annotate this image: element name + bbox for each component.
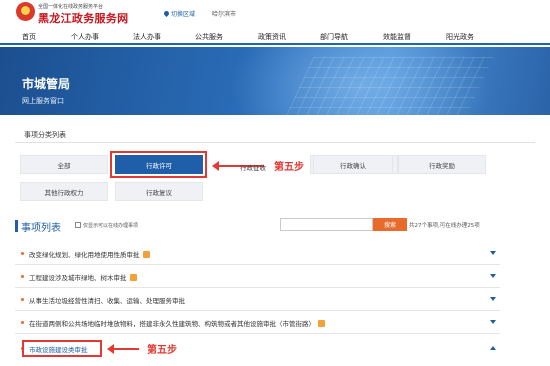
category-admin-levy-label[interactable]: 行政征收 <box>240 162 266 172</box>
item-list-header: 事项列表 仅显示可以在线办理事项 搜索 共27个事项,可在线办理25项 <box>15 216 535 236</box>
section-marker <box>15 220 18 232</box>
online-badge-icon <box>142 251 150 258</box>
online-only-label: 仅显示可以在线办理事项 <box>83 223 139 229</box>
list-item-text: 改变绿化规划、绿化用地使用性质审批 <box>29 251 140 259</box>
list-item[interactable]: 从事生活垃圾经营性清扫、收集、运输、处理服务审批 <box>15 289 500 311</box>
item-search-input[interactable] <box>280 218 373 231</box>
region-switch-link[interactable]: 切换区域 <box>162 9 196 18</box>
nav-policy-news[interactable]: 政策资讯 <box>258 32 286 42</box>
category-admin-confirm[interactable]: 行政确认 <box>313 155 393 174</box>
banner-title: 市城管局 <box>22 77 71 91</box>
item-count-text: 共27个事项,可在线办理25项 <box>409 223 480 229</box>
chevron-down-icon[interactable] <box>490 320 496 324</box>
list-item-label: 在街道两侧和公共场地临时堆放物料，搭建非永久性建筑物、构筑物或者其他设施审批（市… <box>29 318 325 328</box>
list-item[interactable]: 在街道两侧和公共场地临时堆放物料，搭建非永久性建筑物、构筑物或者其他设施审批（市… <box>15 312 500 334</box>
annotation-highlight-box <box>22 340 102 357</box>
banner-grid-decoration <box>286 57 494 115</box>
chevron-down-icon[interactable] <box>490 251 496 255</box>
online-badge-icon <box>318 320 325 327</box>
category-other-powers[interactable]: 其他行政权力 <box>20 182 108 201</box>
site-name[interactable]: 黑龙江政务服务网 <box>38 10 128 26</box>
bullet-icon <box>21 275 24 278</box>
search-button[interactable]: 搜索 <box>373 218 407 231</box>
banner-subtitle: 网上服务窗口 <box>22 97 64 105</box>
category-heading: 事项分类列表 <box>24 131 66 139</box>
list-item-label: 工程建设涉及城市绿地、树木审批 <box>29 272 137 282</box>
category-section-header: 事项分类列表 <box>15 126 535 143</box>
current-city: 哈尔滨市 <box>212 11 237 18</box>
list-item-text: 在街道两侧和公共场地临时堆放物料，搭建非永久性建筑物、构筑物或者其他设施审批（市… <box>29 320 315 328</box>
national-emblem-icon <box>16 2 35 21</box>
department-banner <box>0 47 550 115</box>
bullet-icon <box>21 298 24 301</box>
annotation-step-label: 第五步 <box>147 345 177 356</box>
category-all[interactable]: 全部 <box>20 155 108 174</box>
category-admin-review[interactable]: 行政复议 <box>115 182 203 201</box>
item-list-title: 事项列表 <box>21 223 61 234</box>
chevron-down-icon[interactable] <box>490 274 496 278</box>
chevron-down-icon[interactable] <box>490 297 496 301</box>
site-header: 全国一体化在线政务服务平台 黑龙江政务服务网 切换区域 哈尔滨市 <box>0 0 550 27</box>
nav-public-service[interactable]: 公共服务 <box>195 32 223 42</box>
nav-corporate[interactable]: 法人办事 <box>133 32 161 42</box>
location-pin-icon <box>162 9 171 18</box>
annotation-highlight-box <box>110 151 207 178</box>
chevron-up-icon[interactable] <box>490 346 496 350</box>
annotation-arrow <box>107 344 139 354</box>
nav-home[interactable]: 首页 <box>22 32 36 42</box>
list-item[interactable]: 工程建设涉及城市绿地、树木审批 <box>15 266 500 288</box>
nav-department[interactable]: 部门导航 <box>320 32 348 42</box>
online-only-checkbox[interactable] <box>75 222 81 228</box>
category-admin-reward[interactable]: 行政奖励 <box>398 155 486 174</box>
site-subtitle: 全国一体化在线政务服务平台 <box>38 4 104 10</box>
nav-personal[interactable]: 个人办事 <box>71 32 99 42</box>
list-item-text: 工程建设涉及城市绿地、树木审批 <box>29 274 127 282</box>
main-nav: 首页 个人办事 法人办事 公共服务 政策资讯 部门导航 效能监督 阳光政务 <box>0 28 550 45</box>
list-item-label: 从事生活垃圾经营性清扫、收集、运输、处理服务审批 <box>29 295 185 305</box>
bullet-icon <box>21 252 24 255</box>
annotation-step-label: 第五步 <box>274 162 304 173</box>
bullet-icon <box>21 321 24 324</box>
list-item-label: 改变绿化规划、绿化用地使用性质审批 <box>29 249 150 259</box>
list-item[interactable]: 改变绿化规划、绿化用地使用性质审批 <box>15 243 500 265</box>
online-badge-icon <box>129 274 137 281</box>
nav-sunshine-gov[interactable]: 阳光政务 <box>446 32 474 42</box>
nav-supervision[interactable]: 效能监督 <box>383 32 411 42</box>
list-item-text: 从事生活垃圾经营性清扫、收集、运输、处理服务审批 <box>29 297 185 305</box>
region-switch-label: 切换区域 <box>171 11 196 18</box>
